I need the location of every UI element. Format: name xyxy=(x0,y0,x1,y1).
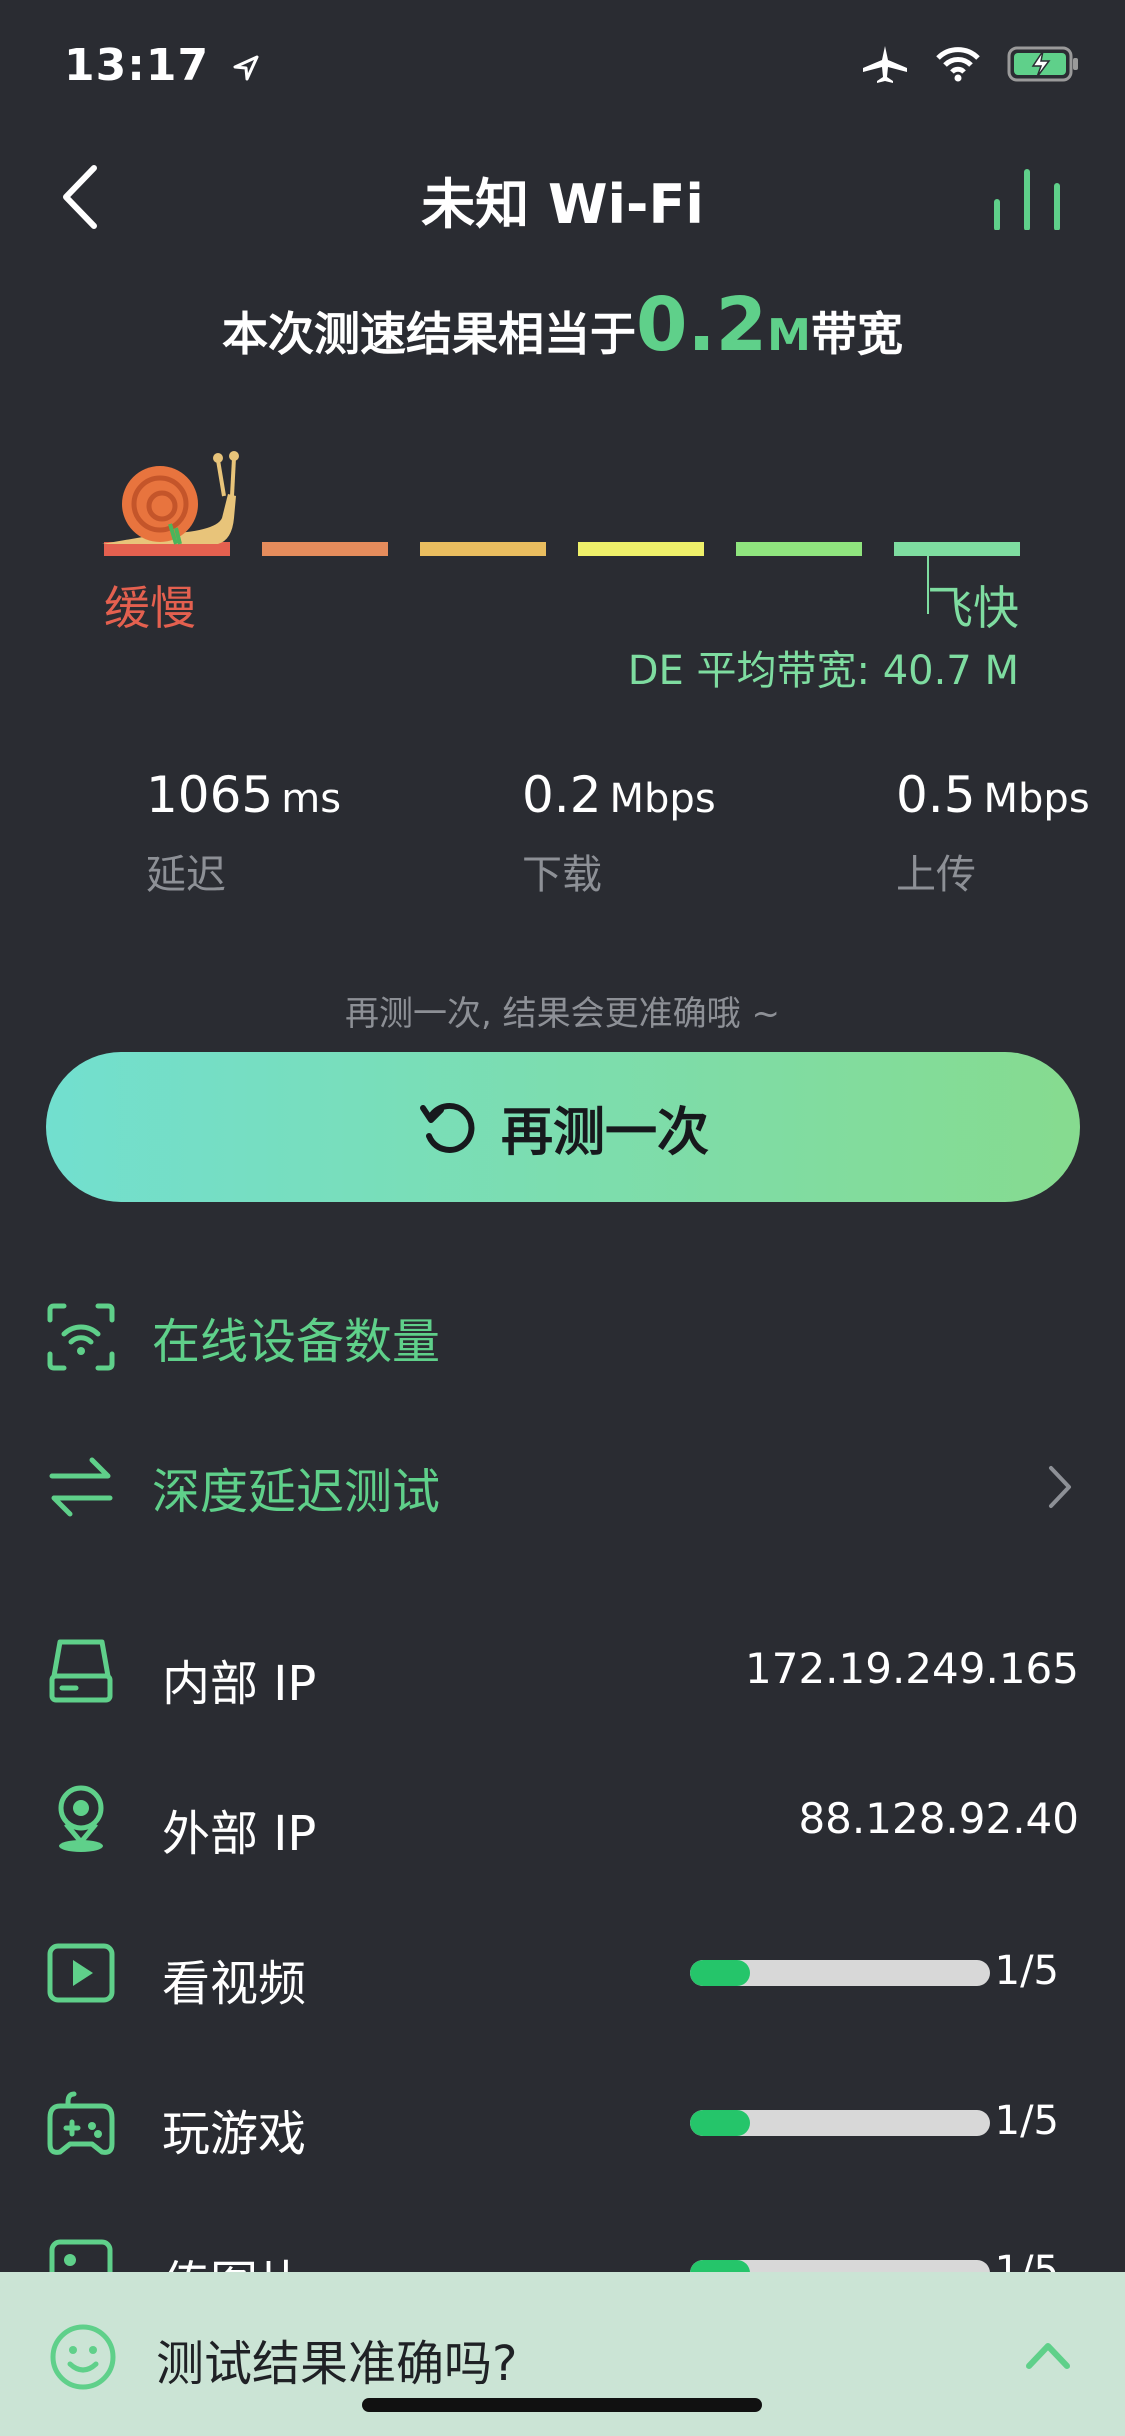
metric-label: 上传 xyxy=(896,852,976,898)
snail-icon xyxy=(102,451,239,545)
retest-button-label: 再测一次 xyxy=(500,1102,709,1163)
metric-unit: Mbps xyxy=(609,776,716,822)
wifi-icon xyxy=(936,47,980,82)
metric-value: 0.5 xyxy=(896,766,976,824)
slow-label: 缓慢 xyxy=(104,581,196,635)
metric-label: 下载 xyxy=(522,852,602,898)
metric-value: 1065 xyxy=(146,766,274,824)
home-indicator xyxy=(362,2398,762,2412)
result-suffix: 带宽 xyxy=(810,307,903,361)
retest-hint: 再测一次, 结果会更准确哦 ~ xyxy=(345,994,780,1034)
fast-label: 飞快 xyxy=(927,581,1019,635)
rating-game-score: 1/5 xyxy=(994,2098,1059,2144)
metric-value: 0.2 xyxy=(522,766,602,824)
chevron-up-icon[interactable] xyxy=(1025,2340,1071,2370)
status-time: 13:17 xyxy=(64,40,261,91)
result-unit: M xyxy=(767,310,811,361)
rating-game-label: 玩游戏 xyxy=(162,2106,307,2162)
metric-unit: ms xyxy=(281,776,342,822)
internal-ip-label: 内部 IP xyxy=(162,1656,317,1712)
metric-unit: Mbps xyxy=(983,776,1090,822)
metric-label: 延迟 xyxy=(146,852,226,898)
rating-video-bar xyxy=(690,1960,990,1986)
wifi-scan-icon xyxy=(47,1303,115,1371)
latency-test-label: 深度延迟测试 xyxy=(152,1464,441,1520)
result-prefix: 本次测速结果相当于 xyxy=(222,307,637,361)
external-ip-value: 88.128.92.40 xyxy=(798,1794,1079,1843)
scale-segment-5 xyxy=(736,542,862,556)
rating-game-bar xyxy=(690,2110,990,2136)
battery-charging-icon xyxy=(1007,46,1078,82)
online-devices-label: 在线设备数量 xyxy=(152,1314,441,1370)
rating-video-label: 看视频 xyxy=(162,1956,307,2012)
metric-download: 0.2 Mbps 下载 xyxy=(522,766,716,900)
retest-button[interactable]: 再测一次 xyxy=(46,1052,1080,1202)
rating-video-fill xyxy=(690,1960,750,1986)
smile-icon xyxy=(50,2324,116,2390)
scale-segment-6 xyxy=(894,542,1020,556)
metric-latency: 1065 ms 延迟 xyxy=(146,766,341,900)
chevron-right-icon[interactable] xyxy=(1045,1462,1075,1512)
location-arrow-icon xyxy=(233,55,259,81)
scale-segment-2 xyxy=(262,542,388,556)
status-icons xyxy=(861,44,1081,84)
refresh-icon xyxy=(419,1102,475,1153)
rating-game-fill xyxy=(690,2110,750,2136)
result-value: 0.2 xyxy=(636,282,768,368)
page-title: 未知 Wi-Fi xyxy=(421,173,704,236)
scale-segment-4 xyxy=(578,542,704,556)
location-pin-icon xyxy=(58,1785,104,1852)
airplane-icon xyxy=(863,46,907,83)
scale-segment-3 xyxy=(420,542,546,556)
latency-test-row[interactable]: 深度延迟测试 xyxy=(46,1452,440,1522)
metric-upload: 0.5 Mbps 上传 xyxy=(896,766,1090,900)
swap-arrows-icon xyxy=(49,1457,113,1517)
external-ip-label: 外部 IP xyxy=(162,1806,317,1862)
video-play-icon xyxy=(47,1943,115,2003)
storage-icon xyxy=(49,1639,113,1703)
gamepad-icon xyxy=(47,2091,115,2155)
average-bandwidth: DE 平均带宽: 40.7 M xyxy=(627,648,1019,694)
internal-ip-value: 172.19.249.165 xyxy=(745,1644,1079,1693)
statistics-icon[interactable] xyxy=(989,168,1065,230)
online-devices-row[interactable]: 在线设备数量 xyxy=(46,1302,440,1372)
result-headline: 本次测速结果相当于0.2M带宽 xyxy=(0,282,1125,368)
feedback-question: 测试结果准确吗? xyxy=(156,2336,518,2392)
status-time-text: 13:17 xyxy=(64,40,210,91)
rating-video-score: 1/5 xyxy=(994,1948,1059,1994)
